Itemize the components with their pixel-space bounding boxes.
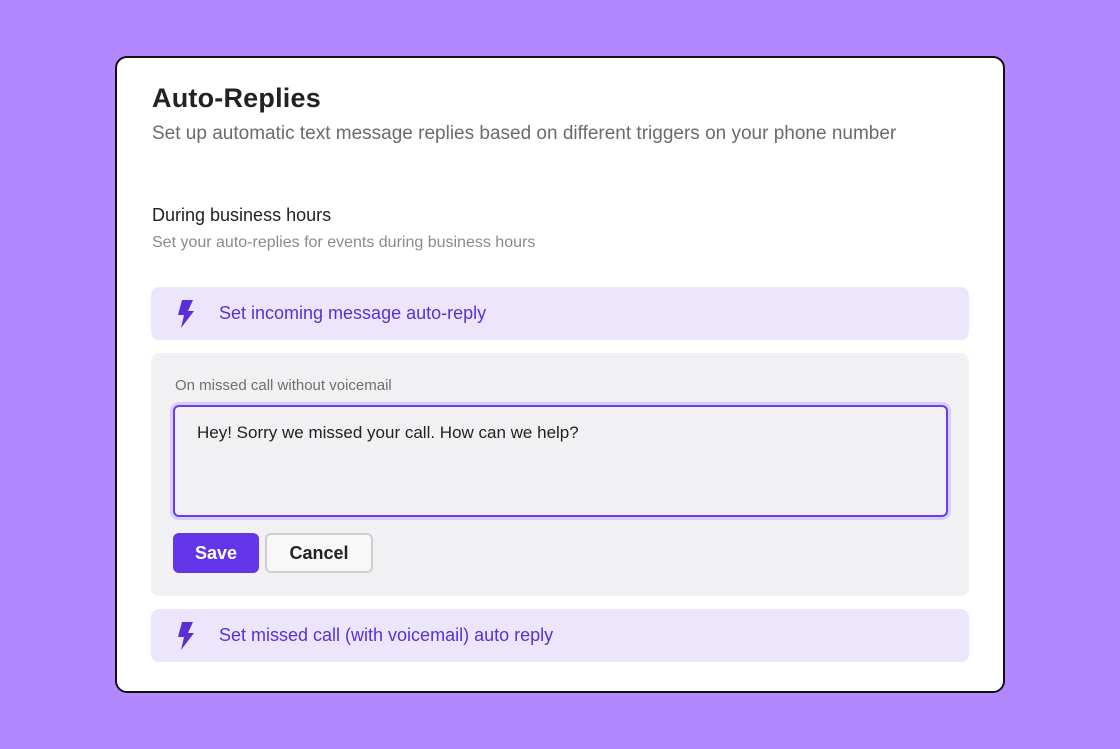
save-button[interactable]: Save: [173, 533, 259, 573]
message-textarea-wrapper: Hey! Sorry we missed your call. How can …: [173, 405, 948, 517]
section-title: During business hours: [152, 205, 332, 225]
trigger-label: Set missed call (with voicemail) auto re…: [219, 625, 554, 645]
trigger-label: Set incoming message auto-reply: [219, 303, 487, 323]
auto-reply-message-input[interactable]: Hey! Sorry we missed your call. How can …: [175, 407, 946, 515]
incoming-message-auto-reply-button[interactable]: Set incoming message auto-reply: [151, 287, 969, 340]
auto-replies-panel: Auto-Replies Set up automatic text messa…: [115, 56, 1005, 693]
lightning-bolt-icon: [176, 621, 196, 650]
editor-label: On missed call without voicemail: [175, 377, 392, 394]
page-subtitle: Set up automatic text message replies ba…: [152, 123, 897, 144]
missed-call-voicemail-auto-reply-button[interactable]: Set missed call (with voicemail) auto re…: [151, 609, 969, 662]
lightning-bolt-icon: [176, 299, 196, 328]
missed-call-editor: On missed call without voicemail Hey! So…: [151, 353, 969, 596]
cancel-button[interactable]: Cancel: [265, 533, 373, 573]
page-title: Auto-Replies: [152, 83, 321, 113]
section-description: Set your auto-replies for events during …: [152, 234, 536, 251]
